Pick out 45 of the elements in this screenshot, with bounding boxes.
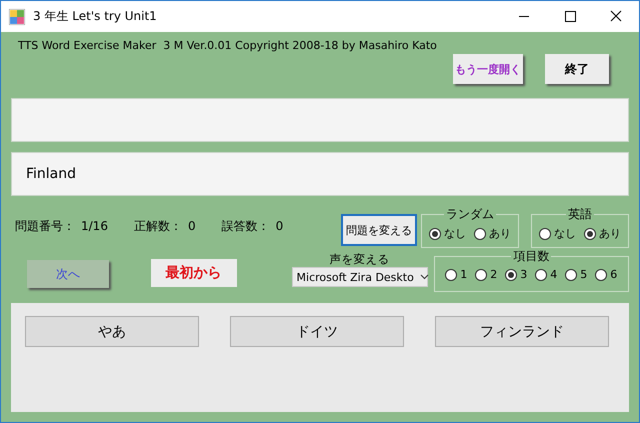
stat-value: 0 <box>188 219 196 233</box>
radio-label[interactable]: 4 <box>550 268 558 281</box>
stat-label: 誤答数： <box>222 219 270 233</box>
radio-button[interactable] <box>584 228 596 240</box>
radio-label[interactable]: 5 <box>580 268 588 281</box>
radio-button[interactable] <box>565 268 578 280</box>
restart-button[interactable]: 最初から <box>150 259 237 287</box>
stat-value: 1/16 <box>81 219 108 233</box>
window-title: 3 年生 Let's try Unit1 <box>33 8 157 25</box>
radio-button[interactable] <box>535 268 548 280</box>
radio-button[interactable] <box>429 228 441 240</box>
choice-button[interactable]: ドイツ <box>230 316 404 347</box>
voice-dropdown[interactable]: Microsoft Zira Deskto <box>292 267 428 287</box>
answer-field[interactable]: Finland <box>11 152 629 196</box>
radio-label[interactable]: あり <box>599 226 621 241</box>
radio-button[interactable] <box>475 268 488 280</box>
radio-label[interactable]: なし <box>444 226 466 241</box>
group-title: 項目数 <box>511 249 552 263</box>
next-button[interactable]: 次へ <box>27 260 109 288</box>
radio-button[interactable] <box>505 268 518 280</box>
quit-button[interactable]: 終了 <box>545 54 609 84</box>
group-title: 英語 <box>566 207 594 221</box>
radio-label[interactable]: なし <box>554 226 576 241</box>
question-field[interactable] <box>11 98 629 142</box>
copyright-text: TTS Word Exercise Maker 3 M Ver.0.01 Copyright 2008-18 by Masahiro Kato <box>18 39 438 52</box>
stat-value: 0 <box>276 219 284 233</box>
app-icon <box>9 8 25 24</box>
caret-icon <box>420 274 429 280</box>
radio-button[interactable] <box>445 268 458 280</box>
choice-button[interactable]: フィンランド <box>435 316 609 347</box>
voice-label: 声を変える <box>330 252 390 267</box>
radio-label[interactable]: あり <box>489 226 511 241</box>
radio-button[interactable] <box>595 268 608 280</box>
stat-label: 正解数： <box>134 219 182 233</box>
reopen-button[interactable]: もう一度開く <box>453 54 523 84</box>
choice-button[interactable]: やあ <box>25 316 199 347</box>
radio-button[interactable] <box>539 228 551 240</box>
radio-label[interactable]: 3 <box>520 268 528 281</box>
radio-label[interactable]: 1 <box>460 268 468 281</box>
radio-label[interactable]: 2 <box>490 268 498 281</box>
group-title: ランダム <box>444 207 496 221</box>
change-question-button[interactable]: 問題を変える <box>341 214 417 246</box>
radio-label[interactable]: 6 <box>610 268 618 281</box>
radio-button[interactable] <box>474 228 486 240</box>
stat-label: 問題番号： <box>15 219 75 233</box>
